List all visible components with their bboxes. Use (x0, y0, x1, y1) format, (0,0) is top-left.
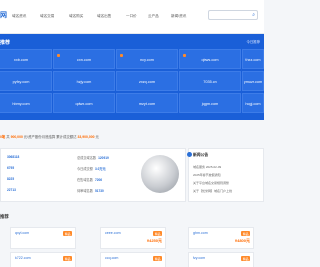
stat-item: 在售域名数 7206 (77, 178, 103, 182)
domain-tile[interactable]: 7035.cn (179, 71, 241, 91)
site-logo[interactable]: 网 (0, 10, 7, 20)
nav-item-3[interactable]: 域名购买 (69, 14, 83, 19)
tag-badge: 精品 (153, 256, 162, 261)
stats-panel: 3068118 6795 8225 22713 总成交域名数 120919 今日成… (0, 148, 186, 202)
stat-item: 总成交域名数 120919 (77, 156, 109, 160)
domain-card[interactable]: ceee.com 精品 ¥4250元 (100, 227, 166, 249)
domain-tile[interactable]: hcgj.com (242, 93, 264, 113)
tag-badge: 精品 (153, 231, 162, 236)
domain-card[interactable]: fzy.com 精品 (188, 252, 254, 267)
stat-item: 今日成交额 3.0万元 (77, 167, 106, 171)
recommend-title: 推荐 (0, 214, 9, 219)
news-title: 新闻公告 (193, 153, 209, 157)
stat-item: 8225 (7, 177, 15, 181)
featured-domains-panel: 推荐 今日推荐 xxb.com cxn.com ncy.com qbws.com… (0, 34, 264, 120)
featured-title: 推荐 (0, 40, 11, 46)
nav-item-5[interactable]: 一口价 (126, 14, 137, 19)
domain-tile[interactable]: qbws.com (179, 49, 241, 69)
nav-item-6[interactable]: 云产品 (148, 14, 159, 19)
news-item[interactable]: 域名服务 2025-02-09 (193, 165, 221, 169)
news-item[interactable]: 2025年春节放假通知 (193, 173, 221, 177)
nav-item-2[interactable]: 域名交易 (40, 14, 54, 19)
stat-item: 6795 (7, 166, 15, 170)
tag-badge: 精品 (63, 256, 72, 261)
domain-card[interactable]: qxyl.com 精品 (10, 227, 76, 249)
hot-icon (120, 54, 123, 57)
domain-tile[interactable]: qdwx.com (53, 93, 115, 113)
domain-tile[interactable]: hzjy.com (53, 71, 115, 91)
nav-item-7[interactable]: 新闻/资讯 (171, 14, 186, 19)
stat-item: 3068118 (7, 155, 20, 159)
search-input[interactable]: ⌕ (208, 10, 258, 20)
domain-tile[interactable]: zxzq.com (116, 71, 178, 91)
domain-tile[interactable]: jqgm.com (179, 93, 241, 113)
domain-tile[interactable]: xxb.com (0, 49, 52, 69)
hot-icon (183, 54, 186, 57)
domain-tile[interactable]: cxn.com (53, 49, 115, 69)
stat-item: 22713 (7, 188, 16, 192)
domain-tile[interactable]: mzyt.com (116, 93, 178, 113)
tag-badge: 精品 (241, 231, 250, 236)
trade-ticker: 0笔 共 900,000 元/资产股份月底结算 累计成交额达 33,900,00… (0, 135, 99, 139)
news-item[interactable]: 关于【优米网】域名门户上线 (193, 189, 232, 193)
top-navigation: 网 域名资讯 域名交易 域名购买 域名出售 一口价 云产品 新闻/资讯 ⌕ (0, 0, 264, 34)
domain-card[interactable]: ghm.com 精品 ¥4800元 (188, 227, 254, 249)
globe-illustration (141, 155, 179, 193)
nav-item-4[interactable]: 域名出售 (97, 14, 111, 19)
bell-icon (187, 152, 192, 157)
domain-tile[interactable]: thxz.com (242, 49, 264, 69)
tag-badge: 精品 (241, 256, 250, 261)
domain-tile[interactable]: ncy.com (116, 49, 178, 69)
domain-card[interactable]: ccq.com 精品 (100, 252, 166, 267)
domain-tile[interactable]: ymuzr.com (242, 71, 264, 91)
hot-icon (57, 54, 60, 57)
search-icon[interactable]: ⌕ (252, 12, 255, 18)
domain-tile[interactable]: pyfxy.com (0, 71, 52, 91)
tag-badge: 精品 (63, 231, 72, 236)
featured-more-link[interactable]: 今日推荐 (246, 39, 260, 44)
news-panel: 新闻公告 域名服务 2025-02-09 2025年春节放假通知 关于平台域名交… (187, 148, 264, 202)
domain-tile[interactable]: hbmy.com (0, 93, 52, 113)
nav-item-1[interactable]: 域名资讯 (12, 14, 26, 19)
domain-card[interactable]: k722.com 精品 (10, 252, 76, 267)
stat-item: 待审域名数 51730 (77, 189, 104, 193)
news-item[interactable]: 关于平台域名交易规则调整 (193, 181, 229, 185)
